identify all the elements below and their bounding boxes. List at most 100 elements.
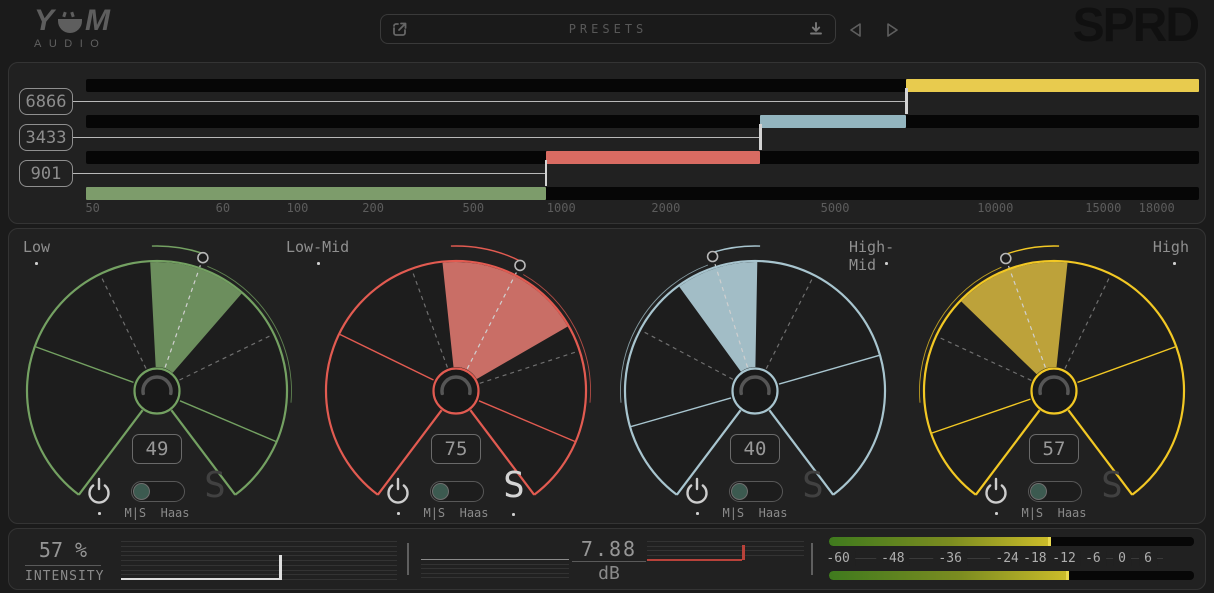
crossover-split-handle[interactable] — [759, 124, 762, 150]
meter-scale-label: -6 — [1080, 551, 1106, 566]
power-led — [995, 512, 998, 515]
ms-haas-toggle[interactable] — [729, 481, 783, 502]
freq-axis-label: 2000 — [651, 201, 680, 215]
dial-top-curve — [714, 246, 760, 252]
ms-haas-toggle[interactable] — [430, 481, 484, 502]
spread-dial[interactable] — [308, 229, 607, 523]
footer-panel: 57 %INTENSITY7.88dB-60-48-36-24-18-12-60… — [8, 528, 1206, 590]
toggle-knob — [133, 483, 150, 500]
freq-axis-label: 10000 — [977, 201, 1013, 215]
solo-led — [512, 513, 515, 516]
band-strip-high-mid — [86, 115, 1199, 128]
db-left-line — [421, 573, 569, 574]
band-cell-high: High57M|S HaasS — [906, 229, 1205, 523]
meter-scale-label: 0 — [1113, 551, 1131, 566]
width-db-unit: dB — [572, 563, 646, 584]
crossover-value-box[interactable]: 901 — [19, 160, 73, 187]
crossover-divider-line — [73, 173, 546, 175]
band-strip-low-mid — [86, 151, 1199, 164]
band-segment-low-mid — [546, 151, 761, 164]
slider-line — [121, 565, 397, 566]
band-label-low: Low — [23, 238, 50, 256]
solo-button[interactable]: S — [793, 467, 833, 505]
slider-line — [121, 551, 397, 552]
toggle-knob — [432, 483, 449, 500]
ms-haas-toggle[interactable] — [1028, 481, 1082, 502]
band-width-value[interactable]: 40 — [730, 434, 780, 464]
freq-axis-label: 100 — [287, 201, 309, 215]
band-cell-high-mid: High-Mid40M|S HaasS — [607, 229, 906, 523]
external-link-icon[interactable] — [391, 20, 409, 38]
freq-axis-label: 200 — [362, 201, 384, 215]
band-width-value[interactable]: 49 — [132, 434, 182, 464]
ms-haas-toggle[interactable] — [131, 481, 185, 502]
band-power-button[interactable] — [681, 474, 713, 508]
crossover-divider-line — [73, 137, 760, 139]
brand-y: Y — [34, 8, 55, 34]
meter-scale-label: -60 — [821, 551, 854, 566]
solo-button[interactable]: S — [195, 467, 235, 505]
slider-line — [121, 555, 397, 556]
band-led — [1173, 262, 1176, 265]
meter-bar-bottom — [829, 571, 1194, 580]
band-strip-high — [86, 79, 1199, 92]
intensity-handle[interactable] — [279, 555, 282, 580]
band-power-button[interactable] — [382, 474, 414, 508]
dial-marker-handle[interactable] — [515, 260, 525, 270]
footer-separator-1 — [407, 543, 409, 575]
dial-marker-handle[interactable] — [708, 252, 718, 262]
band-cell-low-mid: Low-Mid75M|S HaasS — [308, 229, 607, 523]
crossover-split-handle[interactable] — [545, 160, 548, 186]
band-power-button[interactable] — [83, 474, 115, 508]
meter-scale-label: 6 — [1139, 551, 1157, 566]
db-right-line — [647, 546, 804, 547]
db-right-line — [647, 555, 804, 556]
db-left-line — [421, 577, 569, 578]
sprd-logo: SPRD — [1073, 0, 1198, 53]
band-power-button[interactable] — [980, 474, 1012, 508]
band-led — [35, 262, 38, 265]
intensity-fill — [121, 578, 279, 580]
freq-axis-label: 5000 — [821, 201, 850, 215]
spread-dial[interactable] — [906, 229, 1205, 523]
power-led — [98, 512, 101, 515]
solo-button[interactable]: S — [1092, 467, 1132, 505]
ms-haas-label: M|S Haas — [998, 506, 1110, 520]
band-led — [317, 262, 320, 265]
crossover-split-handle[interactable] — [905, 88, 908, 114]
preset-selector[interactable]: PRESETS — [380, 14, 836, 44]
download-preset-icon[interactable] — [807, 20, 825, 38]
slider-line — [121, 546, 397, 547]
dial-marker-handle[interactable] — [1001, 254, 1011, 264]
power-led — [397, 512, 400, 515]
dial-top-curve — [451, 246, 520, 261]
width-db-rule — [572, 561, 646, 562]
dial-marker-handle[interactable] — [198, 253, 208, 263]
crossover-value-box[interactable]: 3433 — [19, 124, 73, 151]
width-db-slider[interactable] — [647, 529, 804, 589]
band-segment-low — [86, 187, 546, 200]
prev-preset-button[interactable] — [846, 22, 866, 38]
width-db-handle[interactable] — [742, 545, 745, 560]
band-width-value[interactable]: 57 — [1029, 434, 1079, 464]
freq-axis-label: 15000 — [1085, 201, 1121, 215]
next-preset-button[interactable] — [882, 22, 902, 38]
ms-haas-label: M|S Haas — [101, 506, 213, 520]
toggle-knob — [731, 483, 748, 500]
spread-dial[interactable] — [9, 229, 308, 523]
header-bar: Y M AUDIO PRESETS SPRD — [0, 0, 1214, 58]
freq-axis-label: 1000 — [547, 201, 576, 215]
ms-haas-label: M|S Haas — [400, 506, 512, 520]
band-width-value[interactable]: 75 — [431, 434, 481, 464]
db-left-line — [421, 568, 569, 569]
footer-separator-2 — [811, 543, 813, 575]
solo-button[interactable]: S — [494, 467, 534, 505]
yum-audio-logo: Y M AUDIO — [34, 8, 111, 50]
meter-cap-top — [1048, 537, 1051, 546]
band-label-low-mid: Low-Mid — [286, 238, 349, 256]
intensity-slider[interactable] — [121, 529, 397, 589]
db-right-line — [647, 541, 804, 542]
intensity-value: 57 % — [25, 538, 101, 562]
crossover-value-box[interactable]: 6866 — [19, 88, 73, 115]
meter-fill-top — [829, 537, 1051, 546]
